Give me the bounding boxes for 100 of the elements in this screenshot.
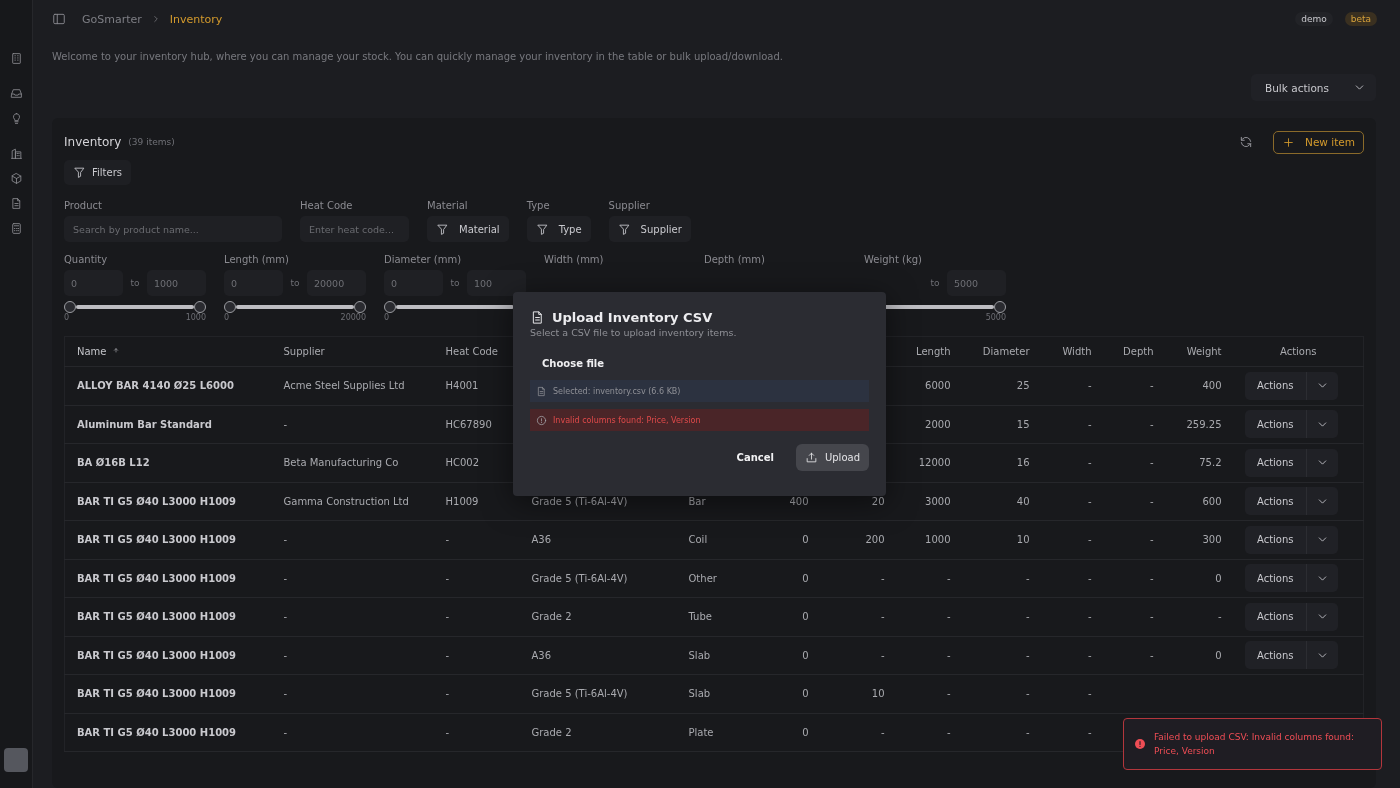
table-cell: - xyxy=(445,572,450,584)
column-header[interactable]: Supplier xyxy=(283,346,325,357)
table-cell: 15 xyxy=(1016,418,1030,430)
slider-thumb[interactable] xyxy=(354,301,366,313)
calculator-icon[interactable] xyxy=(9,222,23,235)
to-label: to xyxy=(130,278,140,288)
table-cell: Grade 5 (Ti-6Al-4V) xyxy=(531,572,628,584)
table-cell: 10 xyxy=(1016,534,1030,546)
table-cell: Bar xyxy=(688,495,706,507)
table-cell: HC002 xyxy=(445,457,480,469)
tick-label: 5000 xyxy=(985,313,1006,322)
filter-label: Heat Code xyxy=(300,200,354,211)
column-header[interactable]: Diameter xyxy=(982,346,1030,357)
table-cell: Tube xyxy=(688,611,712,623)
table-cell: 0 xyxy=(802,572,809,584)
table-cell: A36 xyxy=(531,534,552,546)
slider-thumb[interactable] xyxy=(194,301,206,313)
search-field[interactable]: Search by product name... xyxy=(64,216,282,242)
buildings-icon[interactable] xyxy=(9,147,23,160)
slider-thumb[interactable] xyxy=(384,301,396,313)
building-icon[interactable] xyxy=(9,52,23,65)
table-cell: 25 xyxy=(1016,380,1030,392)
table-cell: - xyxy=(1087,572,1092,584)
breadcrumb-link[interactable]: GoSmarter xyxy=(82,12,142,26)
document-icon xyxy=(530,310,545,325)
dialog-title: Upload Inventory CSV xyxy=(552,310,713,325)
table-cell: Grade 2 xyxy=(531,726,572,738)
filter-label: Material xyxy=(427,200,469,211)
table-cell: 0 xyxy=(1215,572,1222,584)
column-header[interactable]: Name xyxy=(77,346,107,357)
column-header[interactable]: Width xyxy=(1062,346,1092,357)
card-title: Inventory xyxy=(64,135,122,149)
filter-label: Quantity xyxy=(64,254,109,265)
filter-label: Type xyxy=(526,200,551,211)
item-name: BAR TI G5 Ø40 L3000 H1009 xyxy=(77,611,236,623)
tick-label: 0 xyxy=(64,313,70,322)
cube-icon[interactable] xyxy=(9,172,23,185)
slider-thumb[interactable] xyxy=(64,301,76,313)
filter-dropdown[interactable]: Type xyxy=(526,216,591,242)
choose-file-button[interactable]: Choose file xyxy=(530,354,617,373)
table-cell: - xyxy=(880,572,885,584)
table-cell: - xyxy=(880,611,885,623)
plus-icon xyxy=(1282,135,1296,149)
item-name: BAR TI G5 Ø40 L3000 H1009 xyxy=(77,726,236,738)
item-name: BA Ø16B L12 xyxy=(77,457,150,469)
search-field[interactable]: Enter heat code... xyxy=(300,216,409,242)
filter-icon xyxy=(535,222,549,236)
to-label: to xyxy=(930,278,940,288)
table-cell: - xyxy=(445,534,450,546)
table-cell: H4001 xyxy=(445,380,479,392)
table-cell: HC67890 xyxy=(445,418,492,430)
table-cell: 400 xyxy=(1202,380,1222,392)
filter-label: Diameter (mm) xyxy=(384,254,463,265)
new-item-button[interactable]: New item xyxy=(1273,130,1364,154)
dialog-subtitle: Select a CSV file to upload inventory items. xyxy=(530,327,738,338)
tick-label: 0 xyxy=(224,313,230,322)
table-cell: 20 xyxy=(871,495,885,507)
table-cell: Coil xyxy=(688,534,708,546)
table-cell: - xyxy=(283,688,288,700)
cancel-button[interactable]: Cancel xyxy=(730,451,780,464)
column-header[interactable]: Length xyxy=(916,346,951,357)
table-cell: - xyxy=(946,611,951,623)
table-cell: - xyxy=(1217,611,1222,623)
table-cell: - xyxy=(1087,726,1092,738)
table-cell: 400 xyxy=(789,495,809,507)
filter-dropdown[interactable]: Supplier xyxy=(608,216,691,242)
table-cell: 259.25 xyxy=(1186,418,1222,430)
filter-icon xyxy=(617,222,631,236)
column-header[interactable]: Heat Code xyxy=(445,346,498,357)
table-cell: Slab xyxy=(688,688,711,700)
table-cell: - xyxy=(283,572,288,584)
table-cell: Beta Manufacturing Co xyxy=(283,457,399,469)
refresh-icon[interactable] xyxy=(1239,135,1254,149)
beta-badge: beta xyxy=(1344,12,1377,26)
column-header[interactable]: Weight xyxy=(1186,346,1222,357)
column-header[interactable]: Depth xyxy=(1123,346,1154,357)
table-cell: Grade 5 (Ti-6Al-4V) xyxy=(531,688,628,700)
filter-dropdown[interactable]: Material xyxy=(427,216,509,242)
slider-thumb[interactable] xyxy=(224,301,236,313)
column-header[interactable]: Actions xyxy=(1280,346,1317,357)
tick-label: 20000 xyxy=(340,313,366,322)
filters-button[interactable]: Filters xyxy=(64,160,131,185)
table-cell: - xyxy=(1149,495,1154,507)
breadcrumb-link[interactable]: Inventory xyxy=(169,12,223,26)
filter-label: Depth (mm) xyxy=(704,254,766,265)
inbox-icon[interactable] xyxy=(9,87,23,100)
table-cell: - xyxy=(1087,611,1092,623)
sidebar-toggle-icon[interactable] xyxy=(52,12,66,26)
table-cell: - xyxy=(946,726,951,738)
slider-thumb[interactable] xyxy=(994,301,1006,313)
table-cell: - xyxy=(946,649,951,661)
error-text: Invalid columns found: Price, Version xyxy=(553,415,701,425)
bulk-actions-button[interactable]: Bulk actions xyxy=(1251,74,1376,101)
table-cell: Grade 5 (Ti-6Al-4V) xyxy=(531,495,628,507)
upload-button[interactable]: Upload xyxy=(795,444,869,471)
table-cell: - xyxy=(283,726,288,738)
table-cell: - xyxy=(1087,418,1092,430)
item-name: BAR TI G5 Ø40 L3000 H1009 xyxy=(77,649,236,661)
table-cell: A36 xyxy=(531,649,552,661)
table-cell: - xyxy=(445,649,450,661)
